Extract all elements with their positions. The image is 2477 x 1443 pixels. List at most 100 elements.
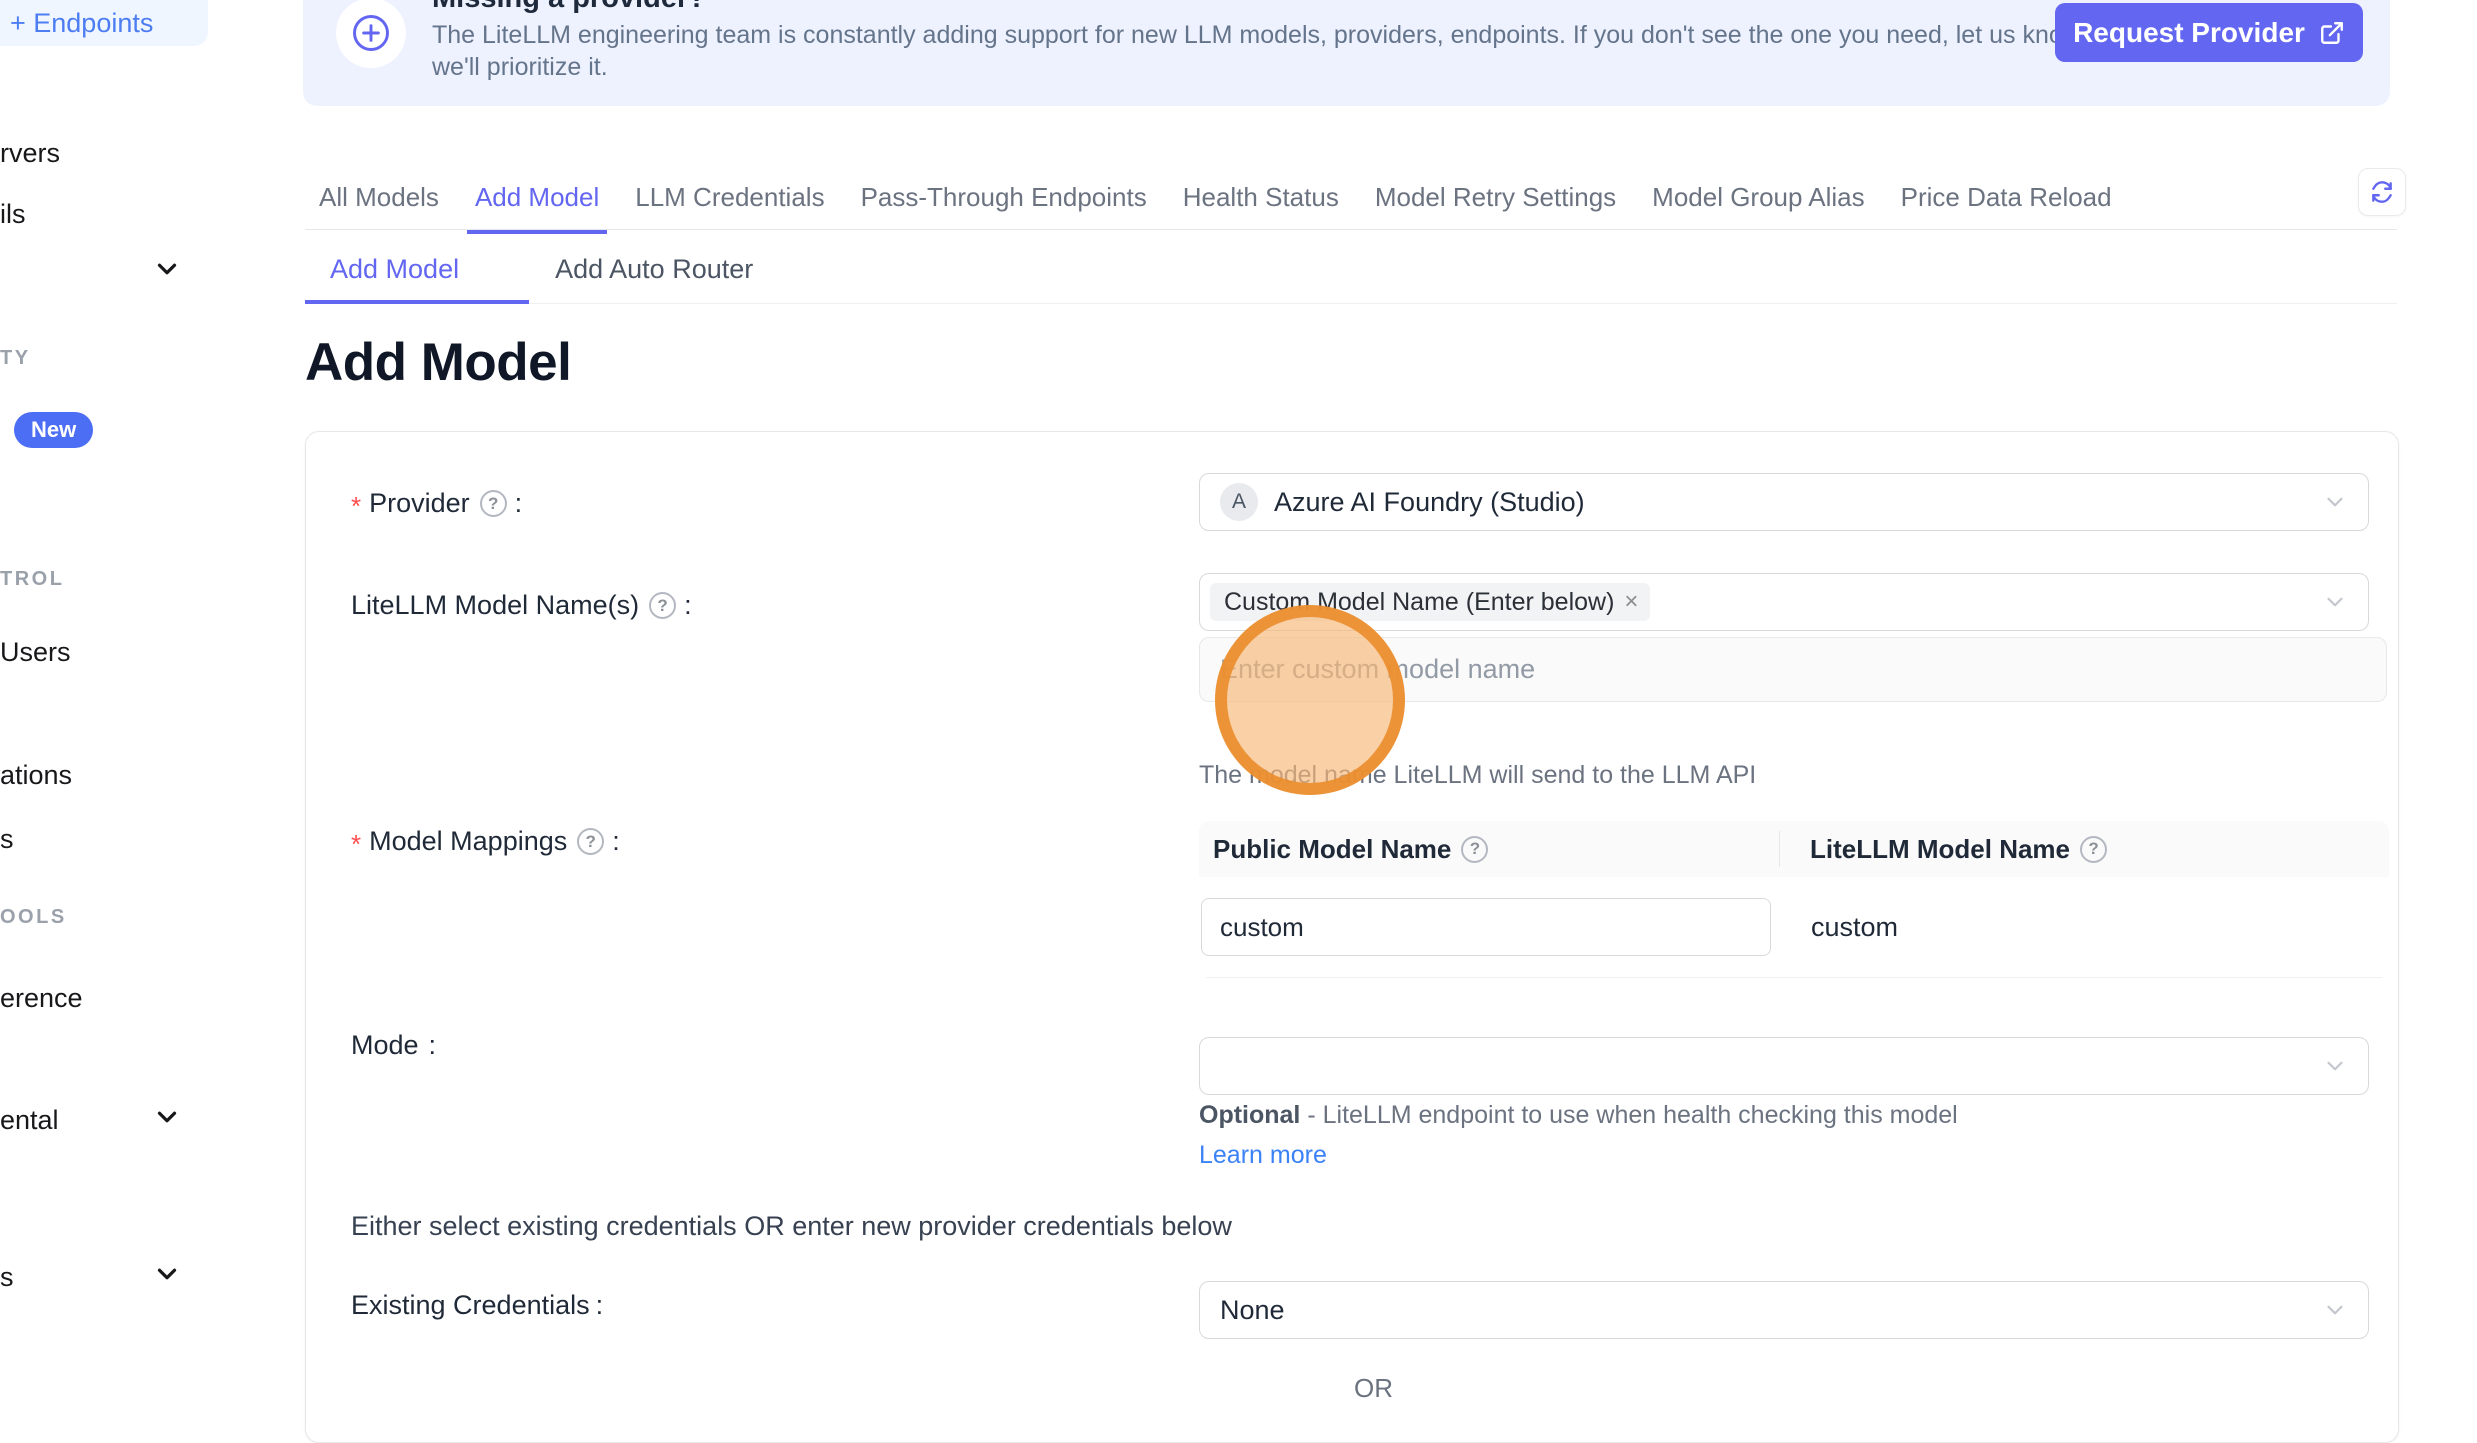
sidebar-section-trol: TROL <box>0 568 64 591</box>
sidebar-section-ools: OOLS <box>0 906 67 929</box>
sidebar-section-label: OOLS <box>0 906 67 928</box>
tab-model-retry-settings[interactable]: Model Retry Settings <box>1375 182 1616 219</box>
provider-select-value: Azure AI Foundry (Studio) <box>1274 487 1585 518</box>
sidebar-item-label: ental <box>0 1105 59 1135</box>
required-asterisk: * <box>351 491 361 522</box>
litellm-model-name-cell: custom <box>1779 912 1898 943</box>
sidebar-item-servers[interactable]: rvers <box>0 138 60 169</box>
question-glyph: ? <box>657 596 667 616</box>
help-question-icon[interactable]: ? <box>480 490 507 517</box>
mode-helper-rest: - LiteLLM endpoint to use when health ch… <box>1300 1101 1957 1129</box>
plus-circle-icon <box>336 0 406 68</box>
remove-tag-icon[interactable]: × <box>1624 588 1638 616</box>
required-asterisk: * <box>351 829 361 860</box>
label-colon: : <box>429 1030 437 1061</box>
model-names-multiselect[interactable]: Custom Model Name (Enter below) × <box>1199 573 2369 631</box>
sidebar-item-label: ils <box>0 199 26 229</box>
sidebar: + Endpoints rvers ils TY New TROL Users … <box>0 0 208 1385</box>
add-model-form-card: * Provider ? : A Azure AI Foundry (Studi… <box>305 431 2399 1443</box>
sidebar-section-label: TY <box>0 347 31 369</box>
existing-credentials-select[interactable]: None <box>1199 1281 2369 1339</box>
model-hub-tabs: All Models Add Model LLM Credentials Pas… <box>305 172 2397 230</box>
public-model-name-input[interactable] <box>1201 898 1771 956</box>
subtab-add-auto-router[interactable]: Add Auto Router <box>529 246 795 296</box>
badge-label: New <box>31 417 76 443</box>
model-names-label-row: LiteLLM Model Name(s) ? : <box>351 590 692 621</box>
model-name-tag: Custom Model Name (Enter below) × <box>1210 583 1650 621</box>
sidebar-item-s2[interactable]: s <box>0 1262 14 1293</box>
model-mappings-table: Public Model Name ? LiteLLM Model Name ?… <box>1199 821 2389 978</box>
public-model-name-cell <box>1199 898 1779 956</box>
custom-model-name-input[interactable] <box>1199 637 2387 702</box>
model-name-tag-label: Custom Model Name (Enter below) <box>1224 588 1614 617</box>
existing-credentials-value: None <box>1220 1295 1285 1326</box>
new-badge: New <box>14 412 93 448</box>
mode-helper-text: Optional - LiteLLM endpoint to use when … <box>1199 1095 2019 1175</box>
sidebar-item-label: s <box>0 824 14 854</box>
column-header-label: Public Model Name <box>1213 834 1451 865</box>
chevron-down-icon <box>2322 589 2348 615</box>
mode-label-row: Mode : <box>351 1030 436 1061</box>
banner-text-line2: we'll prioritize it. <box>432 53 608 82</box>
sidebar-item-erence[interactable]: erence <box>0 983 83 1014</box>
learn-more-link[interactable]: Learn more <box>1199 1141 1327 1169</box>
sidebar-item-ils[interactable]: ils <box>0 199 26 230</box>
sidebar-item-s1[interactable]: s <box>0 824 14 855</box>
mappings-table-header: Public Model Name ? LiteLLM Model Name ? <box>1199 821 2389 877</box>
existing-credentials-label: Existing Credentials <box>351 1290 590 1321</box>
question-glyph: ? <box>2088 839 2098 859</box>
tab-price-data-reload[interactable]: Price Data Reload <box>1901 182 2112 219</box>
chevron-down-icon[interactable] <box>152 254 182 289</box>
tab-all-models[interactable]: All Models <box>319 182 439 219</box>
sidebar-item-endpoints[interactable]: + Endpoints <box>0 0 208 46</box>
question-glyph: ? <box>1470 839 1480 859</box>
tab-pass-through-endpoints[interactable]: Pass-Through Endpoints <box>861 182 1147 219</box>
tab-model-group-alias[interactable]: Model Group Alias <box>1652 182 1864 219</box>
chevron-down-icon[interactable] <box>152 1102 182 1137</box>
provider-avatar: A <box>1220 483 1258 521</box>
help-question-icon[interactable]: ? <box>1461 836 1488 863</box>
refresh-button[interactable] <box>2358 168 2406 216</box>
public-model-name-header: Public Model Name ? <box>1199 834 1779 865</box>
request-provider-button[interactable]: Request Provider <box>2055 3 2363 62</box>
banner-title: Missing a provider? <box>432 0 706 15</box>
avatar-letter: A <box>1232 490 1246 514</box>
help-question-icon[interactable]: ? <box>2080 836 2107 863</box>
question-glyph: ? <box>586 832 596 852</box>
chevron-down-icon[interactable] <box>152 1259 182 1294</box>
sidebar-item-ations[interactable]: ations <box>0 760 72 791</box>
help-question-icon[interactable]: ? <box>577 828 604 855</box>
model-mappings-label-row: * Model Mappings ? : <box>351 826 620 857</box>
label-colon: : <box>515 488 523 519</box>
or-divider: OR <box>1354 1373 1393 1404</box>
tab-llm-credentials[interactable]: LLM Credentials <box>635 182 824 219</box>
sidebar-item-label: erence <box>0 983 83 1013</box>
label-colon: : <box>612 826 620 857</box>
sidebar-item-users[interactable]: Users <box>0 637 71 668</box>
chevron-down-icon <box>2322 1297 2348 1323</box>
subtab-add-model[interactable]: Add Model <box>305 246 529 304</box>
provider-label: Provider <box>369 488 470 519</box>
add-model-subtabs: Add Model Add Auto Router <box>305 246 2397 304</box>
label-colon: : <box>596 1290 604 1321</box>
sidebar-item-ental[interactable]: ental <box>0 1105 59 1136</box>
column-header-label: LiteLLM Model Name <box>1810 834 2070 865</box>
tab-add-model[interactable]: Add Model <box>475 182 599 219</box>
refresh-icon <box>2369 179 2395 205</box>
mode-select[interactable] <box>1199 1037 2369 1095</box>
mode-label: Mode <box>351 1030 419 1061</box>
sidebar-section-ty: TY <box>0 347 31 370</box>
page-title: Add Model <box>305 332 571 393</box>
sidebar-item-label: ations <box>0 760 72 790</box>
provider-select[interactable]: A Azure AI Foundry (Studio) <box>1199 473 2369 531</box>
credentials-note: Either select existing credentials OR en… <box>351 1211 1232 1242</box>
custom-model-name-helper: The model name LiteLLM will send to the … <box>1199 761 1756 790</box>
chevron-down-icon <box>2322 1053 2348 1079</box>
help-question-icon[interactable]: ? <box>649 592 676 619</box>
label-colon: : <box>684 590 692 621</box>
sidebar-section-label: TROL <box>0 568 64 590</box>
tab-health-status[interactable]: Health Status <box>1183 182 1339 219</box>
sidebar-item-label: Users <box>0 637 71 667</box>
optional-label: Optional <box>1199 1101 1300 1129</box>
litellm-model-name-header: LiteLLM Model Name ? <box>1780 834 2389 865</box>
